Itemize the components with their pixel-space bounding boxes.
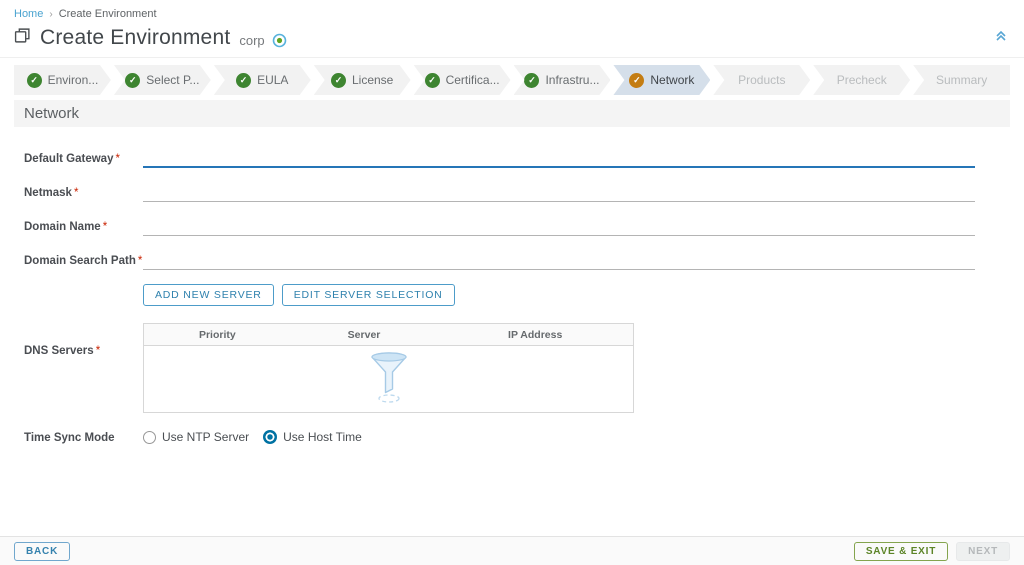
empty-table-filter-icon bbox=[368, 350, 410, 409]
step-label: Infrastru... bbox=[545, 73, 599, 87]
step-select-product[interactable]: ✓ Select P... bbox=[114, 65, 211, 95]
form-row-netmask: Netmask* bbox=[14, 182, 1010, 202]
time-sync-options: Use NTP Server Use Host Time bbox=[143, 430, 362, 444]
step-label: Environ... bbox=[48, 73, 99, 87]
domain-name-label: Domain Name* bbox=[24, 216, 143, 233]
title-row: Create Environment corp bbox=[14, 26, 1008, 50]
step-label: Summary bbox=[936, 73, 987, 87]
form-row-dns-servers: DNS Servers* Priority Server IP Address bbox=[14, 323, 1010, 413]
section-title: Network bbox=[24, 105, 79, 122]
column-priority: Priority bbox=[144, 329, 291, 341]
radio-label: Use NTP Server bbox=[162, 430, 249, 444]
step-precheck[interactable]: Precheck bbox=[813, 65, 910, 95]
network-form: Default Gateway* Netmask* Domain Name* D… bbox=[14, 127, 1010, 536]
section-header: Network bbox=[14, 100, 1010, 127]
dns-servers-label: DNS Servers* bbox=[24, 323, 143, 357]
step-complete-icon: ✓ bbox=[331, 73, 346, 88]
step-certificate[interactable]: ✓ Certifica... bbox=[414, 65, 511, 95]
environment-status-icon bbox=[272, 29, 287, 48]
step-products[interactable]: Products bbox=[713, 65, 810, 95]
step-complete-icon: ✓ bbox=[125, 73, 140, 88]
create-environment-page: Home › Create Environment Create Environ… bbox=[0, 0, 1024, 537]
radio-use-ntp-server[interactable]: Use NTP Server bbox=[143, 430, 249, 444]
step-license[interactable]: ✓ License bbox=[314, 65, 411, 95]
step-environment[interactable]: ✓ Environ... bbox=[14, 65, 111, 95]
step-label: Network bbox=[650, 73, 694, 87]
breadcrumb-current: Create Environment bbox=[59, 8, 157, 20]
column-ip-address: IP Address bbox=[437, 329, 633, 341]
netmask-input[interactable] bbox=[143, 182, 975, 202]
wizard-stepper: ✓ Environ... ✓ Select P... ✓ EULA ✓ Lice… bbox=[14, 65, 1010, 95]
environment-name: corp bbox=[239, 28, 264, 48]
step-infrastructure[interactable]: ✓ Infrastru... bbox=[514, 65, 611, 95]
back-button[interactable]: BACK bbox=[14, 542, 70, 561]
radio-use-host-time[interactable]: Use Host Time bbox=[263, 430, 362, 444]
time-sync-mode-label: Time Sync Mode bbox=[24, 430, 143, 444]
breadcrumb: Home › Create Environment bbox=[14, 8, 1008, 20]
page-header: Home › Create Environment Create Environ… bbox=[0, 0, 1024, 58]
form-row-time-sync-mode: Time Sync Mode Use NTP Server Use Host T… bbox=[14, 430, 1010, 444]
radio-unchecked-icon bbox=[143, 431, 156, 444]
step-label: Select P... bbox=[146, 73, 199, 87]
step-label: EULA bbox=[257, 73, 288, 87]
default-gateway-input[interactable] bbox=[143, 148, 975, 168]
form-row-default-gateway: Default Gateway* bbox=[14, 148, 1010, 168]
domain-search-path-input[interactable] bbox=[143, 250, 975, 270]
step-network[interactable]: ✓ Network bbox=[613, 65, 710, 95]
radio-label: Use Host Time bbox=[283, 430, 362, 444]
radio-checked-icon bbox=[263, 430, 277, 444]
dns-actions: ADD NEW SERVER EDIT SERVER SELECTION bbox=[14, 284, 1010, 306]
step-summary[interactable]: Summary bbox=[913, 65, 1010, 95]
dns-servers-table: Priority Server IP Address bbox=[143, 323, 634, 413]
step-label: Precheck bbox=[837, 73, 887, 87]
form-row-domain-name: Domain Name* bbox=[14, 216, 1010, 236]
dns-table-header: Priority Server IP Address bbox=[144, 324, 633, 346]
step-label: Products bbox=[738, 73, 785, 87]
step-complete-icon: ✓ bbox=[27, 73, 42, 88]
environment-icon bbox=[14, 27, 31, 49]
step-label: License bbox=[352, 73, 393, 87]
form-row-domain-search-path: Domain Search Path* bbox=[14, 250, 1010, 270]
domain-search-path-label: Domain Search Path* bbox=[24, 250, 143, 267]
domain-name-input[interactable] bbox=[143, 216, 975, 236]
netmask-label: Netmask* bbox=[24, 182, 143, 199]
step-label: Certifica... bbox=[446, 73, 500, 87]
breadcrumb-home-link[interactable]: Home bbox=[14, 8, 43, 20]
dns-table-empty-state bbox=[144, 346, 633, 412]
page-title: Create Environment bbox=[40, 26, 230, 50]
default-gateway-label: Default Gateway* bbox=[24, 148, 143, 165]
collapse-all-icon[interactable] bbox=[994, 28, 1008, 42]
step-complete-icon: ✓ bbox=[236, 73, 251, 88]
column-server: Server bbox=[291, 329, 438, 341]
step-complete-icon: ✓ bbox=[524, 73, 539, 88]
next-button[interactable]: NEXT bbox=[956, 542, 1010, 561]
step-in-progress-icon: ✓ bbox=[629, 73, 644, 88]
save-exit-button[interactable]: SAVE & EXIT bbox=[854, 542, 948, 561]
step-eula[interactable]: ✓ EULA bbox=[214, 65, 311, 95]
step-complete-icon: ✓ bbox=[425, 73, 440, 88]
wizard-footer: BACK SAVE & EXIT NEXT bbox=[0, 537, 1024, 565]
add-new-server-button[interactable]: ADD NEW SERVER bbox=[143, 284, 274, 306]
breadcrumb-separator: › bbox=[49, 9, 52, 20]
edit-server-selection-button[interactable]: EDIT SERVER SELECTION bbox=[282, 284, 455, 306]
